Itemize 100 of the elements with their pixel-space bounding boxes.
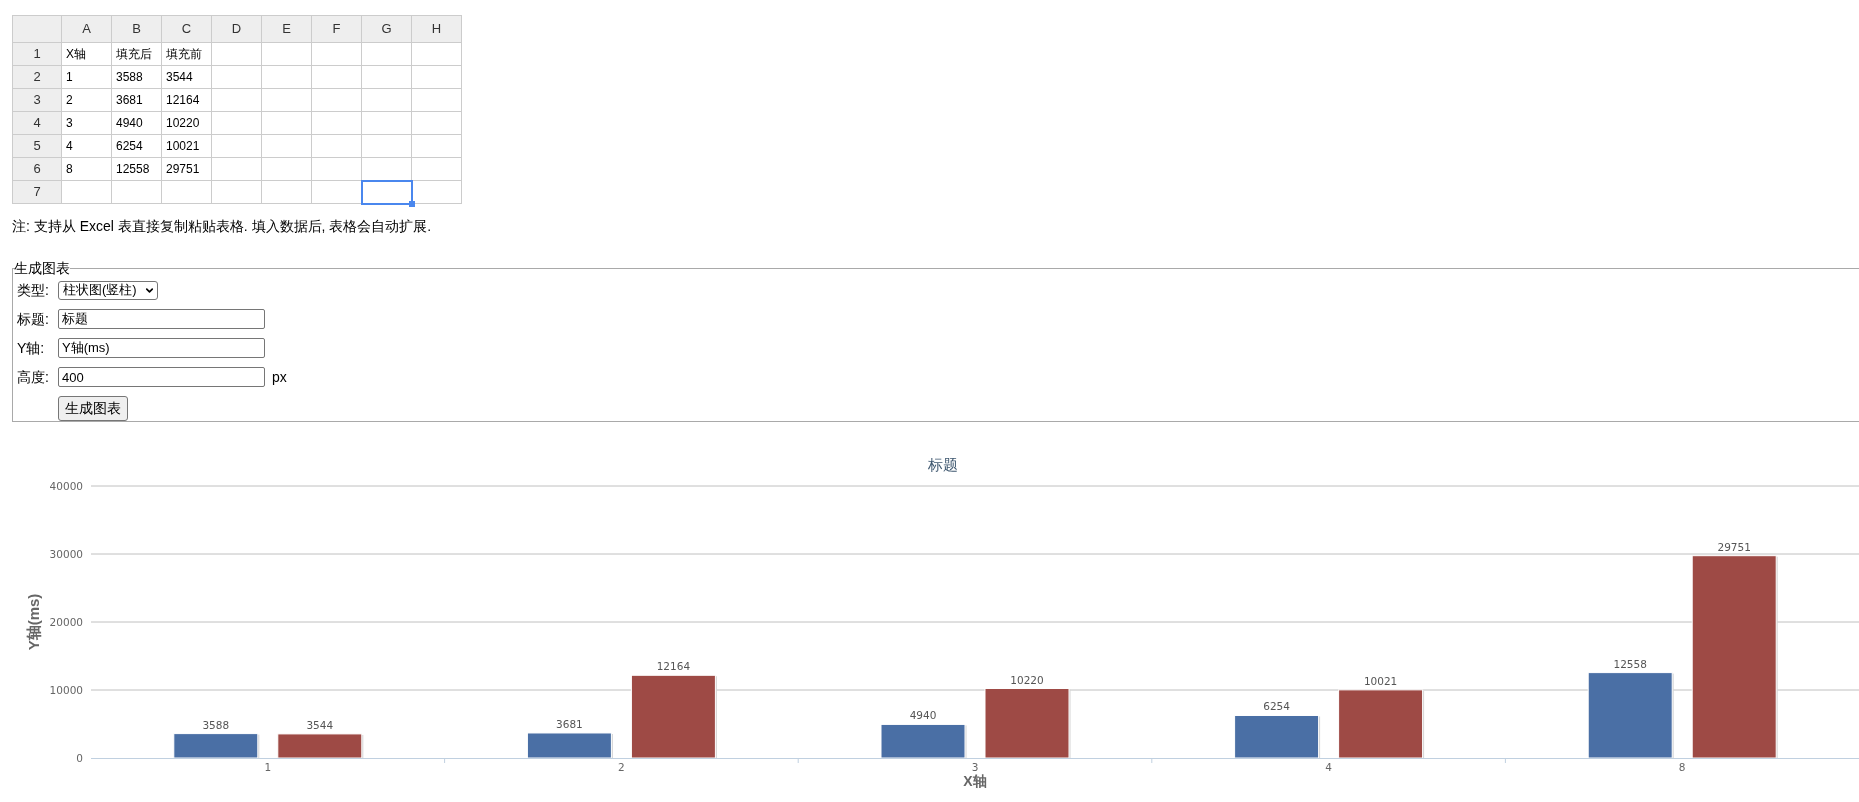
data-label: 4940 (909, 709, 937, 722)
row-header[interactable]: 4 (13, 112, 62, 135)
table-cell[interactable] (312, 66, 362, 89)
table-cell[interactable] (362, 135, 412, 158)
table-cell[interactable] (262, 158, 312, 181)
table-cell[interactable]: 3 (62, 112, 112, 135)
axis-title: Y轴(ms) (25, 593, 42, 651)
row-header[interactable]: 6 (13, 158, 62, 181)
axis-tick-label: 40000 (49, 480, 83, 492)
table-cell[interactable] (62, 181, 112, 204)
table-cell[interactable] (212, 43, 262, 66)
data-label: 3681 (556, 717, 583, 730)
table-cell[interactable] (212, 89, 262, 112)
table-cell[interactable]: 8 (62, 158, 112, 181)
table-cell[interactable]: 1 (62, 66, 112, 89)
data-label: 12164 (656, 660, 691, 673)
table-cell[interactable] (262, 135, 312, 158)
input-field[interactable]: 400 (58, 367, 265, 387)
field-label: 高度: (17, 367, 50, 387)
table-cell[interactable] (412, 135, 462, 158)
row-header[interactable]: 3 (13, 89, 62, 112)
chart-type-select[interactable]: 柱状图(竖柱) (58, 280, 158, 300)
table-cell[interactable] (412, 66, 462, 89)
data-label: 12558 (1613, 657, 1647, 670)
column-header[interactable]: C (162, 16, 212, 43)
table-cell[interactable] (412, 158, 462, 181)
table-cell[interactable]: 12164 (162, 89, 212, 112)
axis-tick-label: 8 (1678, 761, 1686, 773)
table-cell[interactable] (162, 181, 212, 204)
table-cell[interactable] (362, 112, 412, 135)
table-cell[interactable] (412, 181, 462, 204)
row-header[interactable]: 1 (13, 43, 62, 66)
fill-handle-icon[interactable] (409, 201, 415, 207)
table-cell[interactable] (312, 135, 362, 158)
chart-title: 标题 (928, 456, 958, 473)
data-label: 3544 (306, 718, 334, 731)
table-cell[interactable] (312, 158, 362, 181)
row-header[interactable]: 2 (13, 66, 62, 89)
table-cell[interactable] (312, 112, 362, 135)
field-label: 标题: (17, 309, 50, 329)
table-cell[interactable] (362, 89, 412, 112)
table-cell[interactable]: 3681 (112, 89, 162, 112)
table-cell[interactable]: 10021 (162, 135, 212, 158)
data-label: 3588 (202, 718, 230, 731)
row-header[interactable]: 7 (13, 181, 62, 204)
axis-tick-label: 0 (76, 752, 83, 764)
axis-tick-label: 3 (971, 761, 979, 773)
table-cell[interactable] (312, 89, 362, 112)
table-cell[interactable] (362, 43, 412, 66)
axis-tick-label: 1 (264, 761, 272, 773)
column-header[interactable]: F (312, 16, 362, 43)
table-cell[interactable] (212, 158, 262, 181)
panel-title: 生成图表 (14, 260, 70, 276)
table-cell[interactable]: 6254 (112, 135, 162, 158)
table-cell[interactable] (212, 66, 262, 89)
table-cell[interactable]: 填充前 (162, 43, 212, 66)
table-cell[interactable] (262, 112, 312, 135)
table-cell[interactable]: 2 (62, 89, 112, 112)
table-cell[interactable] (112, 181, 162, 204)
generate-chart-button[interactable]: 生成图表 (58, 396, 128, 421)
data-label: 29751 (1717, 540, 1751, 553)
table-cell[interactable]: X轴 (62, 43, 112, 66)
column-header[interactable]: A (62, 16, 112, 43)
table-cell[interactable]: 4940 (112, 112, 162, 135)
table-cell[interactable]: 10220 (162, 112, 212, 135)
row-header[interactable]: 5 (13, 135, 62, 158)
table-cell[interactable] (212, 112, 262, 135)
input-field[interactable]: 标题 (58, 309, 265, 329)
table-cell[interactable] (362, 181, 412, 204)
table-cell[interactable] (312, 43, 362, 66)
table-cell[interactable]: 4 (62, 135, 112, 158)
column-header[interactable]: B (112, 16, 162, 43)
table-cell[interactable]: 3588 (112, 66, 162, 89)
table-cell[interactable] (262, 181, 312, 204)
axis-tick-label: 20000 (49, 616, 83, 628)
column-header[interactable]: D (212, 16, 262, 43)
unit-label: px (272, 367, 287, 387)
axis-tick-label: 30000 (49, 548, 83, 560)
table-cell[interactable]: 填充后 (112, 43, 162, 66)
axis-tick-label: 4 (1325, 761, 1332, 773)
table-cell[interactable] (412, 112, 462, 135)
table-cell[interactable]: 29751 (162, 158, 212, 181)
table-cell[interactable] (212, 181, 262, 204)
note-text: 注: 支持从 Excel 表直接复制粘贴表格. 填入数据后, 表格会自动扩展. (12, 218, 432, 234)
column-header[interactable]: G (362, 16, 412, 43)
column-header[interactable]: E (262, 16, 312, 43)
table-cell[interactable] (262, 66, 312, 89)
table-cell[interactable]: 12558 (112, 158, 162, 181)
column-header[interactable]: H (412, 16, 462, 43)
table-cell[interactable] (412, 43, 462, 66)
field-label: 类型: (17, 280, 50, 300)
table-cell[interactable] (262, 43, 312, 66)
table-cell[interactable] (412, 89, 462, 112)
field-label: Y轴: (17, 338, 46, 358)
table-cell[interactable]: 3544 (162, 66, 212, 89)
table-cell[interactable] (362, 66, 412, 89)
table-cell[interactable] (262, 89, 312, 112)
input-field[interactable]: Y轴(ms) (58, 338, 265, 358)
table-cell[interactable] (212, 135, 262, 158)
axis-title: X轴 (963, 773, 987, 789)
